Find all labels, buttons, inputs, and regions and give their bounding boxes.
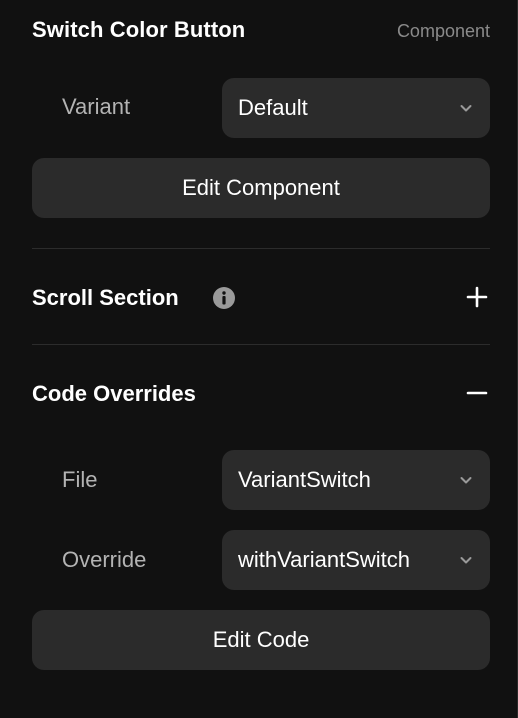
chevron-down-icon [460, 105, 472, 112]
section-divider [32, 248, 490, 249]
code-overrides-title: Code Overrides [32, 381, 196, 406]
override-select-value: withVariantSwitch [238, 547, 410, 572]
file-label: File [62, 467, 98, 492]
file-select[interactable]: VariantSwitch [222, 450, 490, 510]
variant-label: Variant [62, 94, 131, 119]
minus-icon[interactable] [466, 382, 488, 404]
scroll-section-title: Scroll Section [32, 285, 179, 310]
section-divider [32, 344, 490, 345]
override-label: Override [62, 547, 147, 572]
properties-panel: Switch Color Button Component Variant De… [0, 0, 518, 718]
chevron-down-icon [460, 557, 472, 564]
info-icon[interactable] [212, 286, 236, 310]
plus-icon[interactable] [466, 286, 488, 308]
edit-component-button[interactable]: Edit Component [32, 158, 490, 218]
override-select[interactable]: withVariantSwitch [222, 530, 490, 590]
variant-select[interactable]: Default [222, 78, 490, 138]
file-select-value: VariantSwitch [238, 467, 371, 492]
variant-select-value: Default [238, 95, 308, 120]
component-title: Switch Color Button [32, 17, 246, 42]
edit-code-button[interactable]: Edit Code [32, 610, 490, 670]
component-type-label: Component [396, 21, 490, 41]
chevron-down-icon [460, 477, 472, 484]
